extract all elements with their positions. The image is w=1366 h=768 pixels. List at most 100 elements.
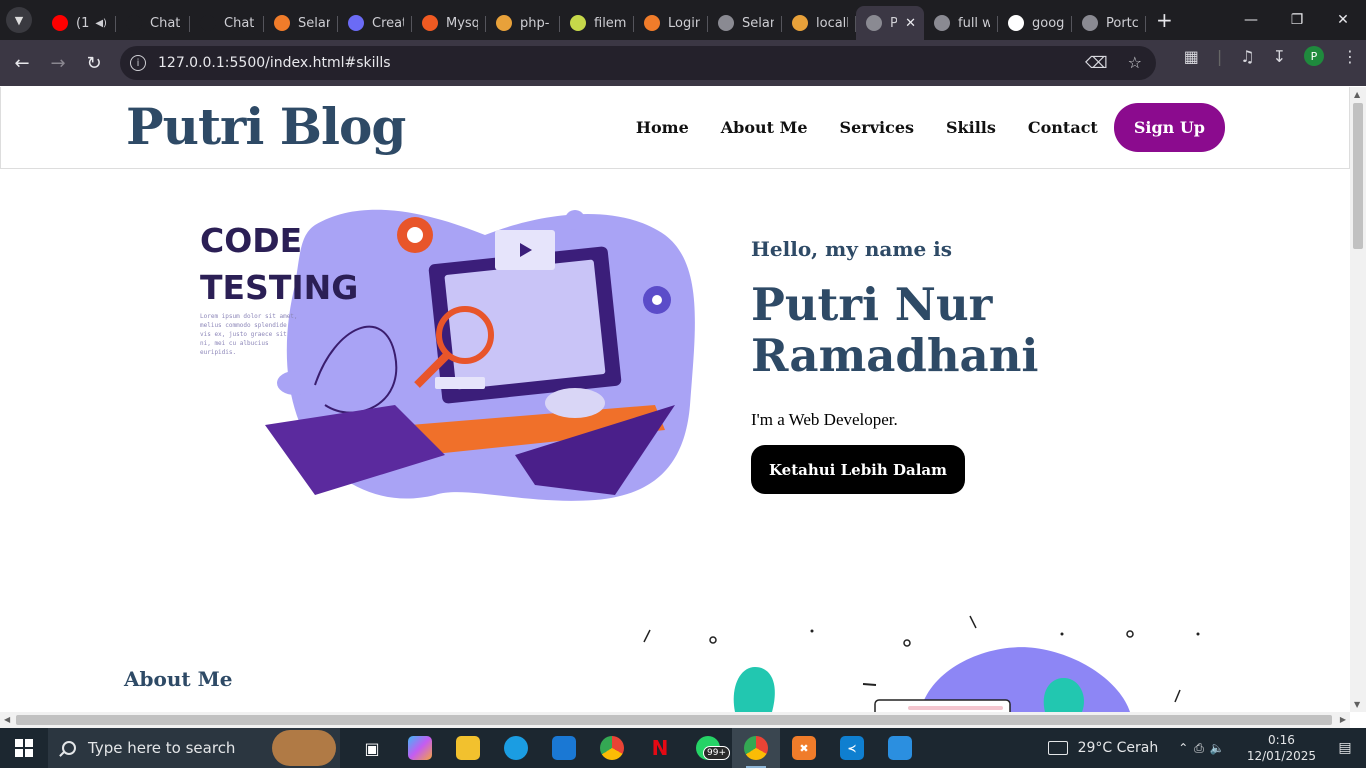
tab-audio-icon[interactable]: ◀): [95, 18, 107, 29]
task-view-icon[interactable]: ▣: [348, 728, 396, 768]
sign-up-button[interactable]: Sign Up: [1113, 103, 1225, 152]
page-viewport: Putri Blog Home About Me Services Skills…: [0, 87, 1350, 712]
browser-tab[interactable]: Chat: [116, 8, 190, 38]
address-bar[interactable]: i 127.0.0.1:5500/index.html#skills ⌫ ☆: [120, 46, 1156, 80]
search-icon: [62, 741, 76, 755]
illustration-code-text: CODE: [200, 221, 302, 260]
bookmark-star-icon[interactable]: ☆: [1128, 53, 1142, 72]
notification-icon[interactable]: ▤: [1330, 740, 1360, 756]
browser-tab[interactable]: P ✕: [856, 6, 924, 40]
search-highlight-image[interactable]: [272, 730, 336, 766]
scroll-up-icon[interactable]: ▲: [1354, 90, 1360, 99]
phpmyadmin-icon: [792, 15, 808, 31]
media-control-icon[interactable]: ♫: [1240, 47, 1254, 66]
extensions-icon[interactable]: ▦: [1184, 47, 1199, 66]
menu-kebab-icon[interactable]: ⋮: [1342, 47, 1358, 66]
chrome-icon[interactable]: [588, 728, 636, 768]
profile-avatar[interactable]: P: [1304, 46, 1324, 66]
browser-tab[interactable]: Creat: [338, 8, 412, 38]
minimize-icon[interactable]: —: [1228, 0, 1274, 40]
tab-list: (1 ◀) Chat Chat Selan Creat Mysq php-filem Login…: [42, 0, 1146, 40]
browser-tab[interactable]: Selan: [708, 8, 782, 38]
vertical-scrollbar[interactable]: ▲ ▼: [1350, 87, 1366, 712]
taskbar-apps: ▣ N 99+ ✖ ≺: [348, 728, 924, 768]
browser-tab[interactable]: goog: [998, 8, 1072, 38]
globe-icon: [934, 15, 950, 31]
nav-services[interactable]: Services: [840, 118, 914, 137]
chrome-profile-icon[interactable]: [732, 728, 780, 768]
browser-tab[interactable]: Chat: [190, 8, 264, 38]
horizontal-scroll-thumb[interactable]: [16, 715, 1332, 725]
tab-title: Login: [668, 15, 700, 31]
tray-icons[interactable]: ⌃⎙🔈: [1178, 741, 1231, 756]
svg-text:Lorem ipsum dolor sit amet,: Lorem ipsum dolor sit amet,: [200, 313, 298, 320]
translate-icon[interactable]: ⌫: [1085, 53, 1108, 72]
whatsapp-icon[interactable]: 99+: [684, 728, 732, 768]
tab-title: Creat: [372, 15, 404, 31]
vscode-icon[interactable]: ≺: [828, 728, 876, 768]
xampp-icon: [274, 15, 290, 31]
mail-icon[interactable]: [540, 728, 588, 768]
browser-tab[interactable]: Selan: [264, 8, 338, 38]
svg-text:vis ex, justo graece sit: vis ex, justo graece sit: [200, 331, 287, 338]
scroll-down-icon[interactable]: ▼: [1354, 700, 1360, 709]
edge-icon[interactable]: [492, 728, 540, 768]
windows-start-icon[interactable]: [0, 728, 48, 768]
close-tab-icon[interactable]: ✕: [905, 16, 916, 31]
nav-about-me[interactable]: About Me: [721, 118, 808, 137]
tab-title: (1: [76, 15, 90, 31]
browser-tab-strip: ▼ (1 ◀) Chat Chat Selan Creat Mysq php-filem Log…: [0, 0, 1366, 40]
toolbar-actions: ▦ | ♫ ↧ P ⋮: [1184, 46, 1358, 66]
file-explorer-icon[interactable]: [444, 728, 492, 768]
browser-tab[interactable]: php-: [486, 8, 560, 38]
tab-title: Selan: [298, 15, 330, 31]
download-icon[interactable]: ↧: [1273, 47, 1286, 66]
taskbar-search[interactable]: Type here to search: [48, 728, 340, 768]
hero-name: Putri Nur Ramadhani: [751, 278, 1039, 382]
photos-icon[interactable]: [876, 728, 924, 768]
nav-home[interactable]: Home: [636, 118, 689, 137]
nav-skills[interactable]: Skills: [946, 118, 996, 137]
scroll-right-icon[interactable]: ▶: [1340, 715, 1346, 724]
browser-tab[interactable]: (1 ◀): [42, 8, 116, 38]
tab-search-icon[interactable]: ▼: [6, 7, 32, 33]
search-placeholder: Type here to search: [88, 739, 236, 757]
google-icon: [1008, 15, 1024, 31]
tab-title: Selan: [742, 15, 774, 31]
copilot-icon[interactable]: [396, 728, 444, 768]
vertical-scroll-thumb[interactable]: [1353, 103, 1363, 249]
tab-title: P: [890, 15, 898, 31]
hero-greeting: Hello, my name is: [751, 237, 953, 261]
phpmyadmin-icon: [496, 15, 512, 31]
clock[interactable]: 0:16 12/01/2025: [1247, 732, 1316, 764]
learn-more-button[interactable]: Ketahui Lebih Dalam: [751, 445, 965, 494]
back-icon[interactable]: ←: [4, 45, 40, 81]
svg-text:melius commodo splendide: melius commodo splendide: [200, 322, 287, 329]
close-window-icon[interactable]: ✕: [1320, 0, 1366, 40]
forward-icon[interactable]: →: [40, 45, 76, 81]
browser-tab[interactable]: Portc: [1072, 8, 1146, 38]
new-tab-icon[interactable]: +: [1156, 8, 1173, 32]
url-text[interactable]: 127.0.0.1:5500/index.html#skills: [158, 55, 391, 71]
horizontal-scrollbar[interactable]: ◀ ▶: [0, 712, 1350, 728]
reload-icon[interactable]: ↻: [76, 45, 112, 81]
scroll-left-icon[interactable]: ◀: [4, 715, 10, 724]
code-testing-illustration: CODE TESTING Lorem ipsum dolor sit amet,…: [200, 209, 695, 501]
site-logo[interactable]: Putri Blog: [126, 97, 406, 156]
browser-tab[interactable]: filem: [560, 8, 634, 38]
weather-widget[interactable]: 29°C Cerah: [1047, 740, 1158, 756]
xampp-icon[interactable]: ✖: [780, 728, 828, 768]
browser-tab[interactable]: locall: [782, 8, 856, 38]
browser-tab[interactable]: Mysq: [412, 8, 486, 38]
nav-contact[interactable]: Contact: [1028, 118, 1098, 137]
netflix-icon[interactable]: N: [636, 728, 684, 768]
svg-text:euripidis.: euripidis.: [200, 349, 236, 356]
tab-title: Mysq: [446, 15, 478, 31]
site-info-icon[interactable]: i: [130, 55, 146, 71]
weather-icon: [1047, 741, 1068, 755]
site-header: Putri Blog Home About Me Services Skills…: [0, 87, 1350, 169]
tab-title: Portc: [1106, 15, 1138, 31]
restore-icon[interactable]: ❐: [1274, 0, 1320, 40]
browser-tab[interactable]: Login: [634, 8, 708, 38]
browser-tab[interactable]: full w: [924, 8, 998, 38]
